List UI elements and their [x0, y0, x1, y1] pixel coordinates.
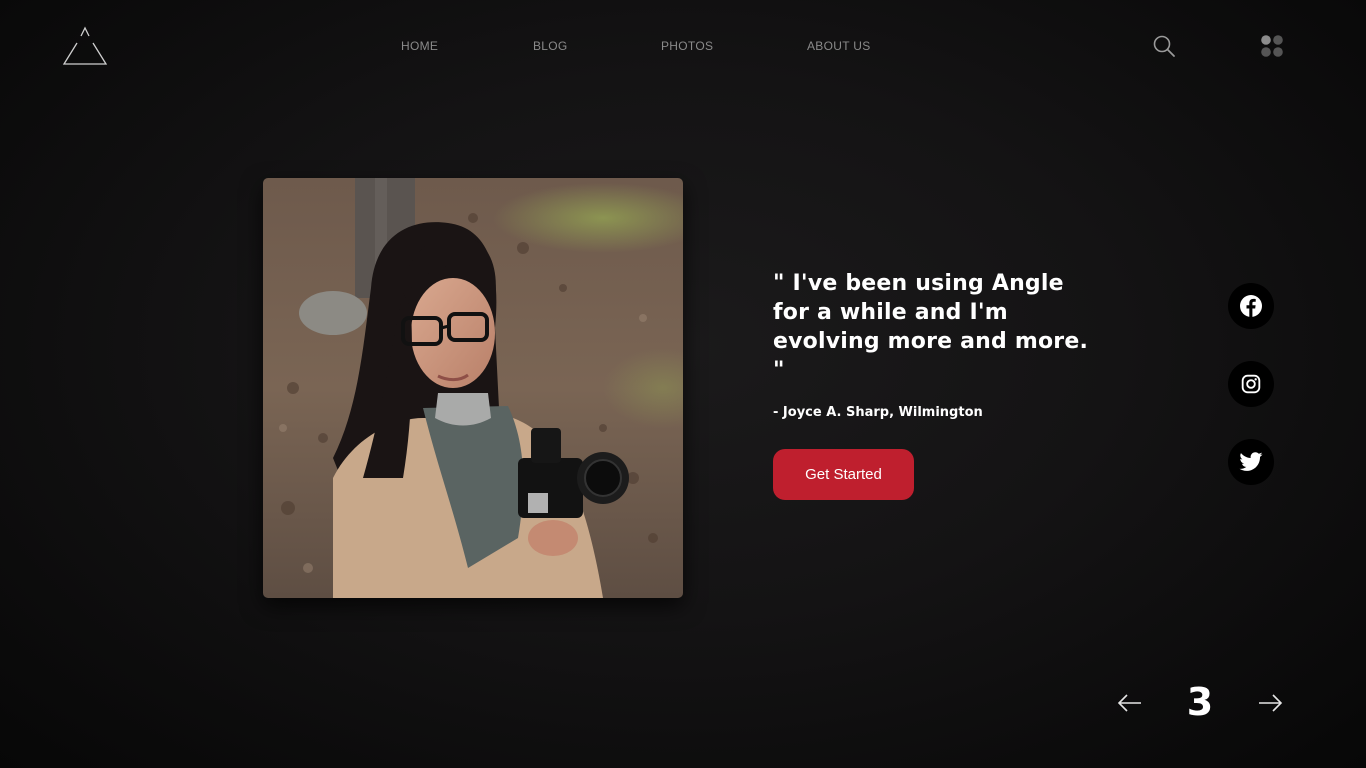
- photographer-portrait-image: [263, 178, 683, 598]
- menu-button[interactable]: [1260, 34, 1284, 58]
- current-page-number: 3: [1186, 680, 1214, 724]
- arrow-right-icon: [1259, 694, 1283, 712]
- app-grid-icon: [1261, 35, 1283, 57]
- testimonial-author: - Joyce A. Sharp, Wilmington: [773, 405, 983, 420]
- testimonial-quote: " I've been using Angle for a while and …: [773, 271, 1089, 383]
- instagram-button[interactable]: [1228, 361, 1274, 407]
- arrow-left-icon: [1117, 694, 1141, 712]
- previous-button[interactable]: [1117, 691, 1143, 715]
- nav-about-us[interactable]: ABOUT US: [807, 39, 871, 53]
- twitter-button[interactable]: [1228, 439, 1274, 485]
- search-button[interactable]: [1152, 34, 1176, 58]
- instagram-icon: [1241, 374, 1261, 394]
- nav-home[interactable]: HOME: [401, 39, 438, 53]
- nav-photos[interactable]: PHOTOS: [661, 39, 713, 53]
- facebook-button[interactable]: [1228, 283, 1274, 329]
- next-button[interactable]: [1257, 691, 1283, 715]
- facebook-icon: [1240, 295, 1262, 317]
- nav-blog[interactable]: BLOG: [533, 39, 568, 53]
- testimonial-photo: [263, 178, 683, 598]
- get-started-button[interactable]: Get Started: [773, 449, 914, 500]
- search-icon: [1153, 35, 1175, 57]
- twitter-icon: [1239, 452, 1263, 471]
